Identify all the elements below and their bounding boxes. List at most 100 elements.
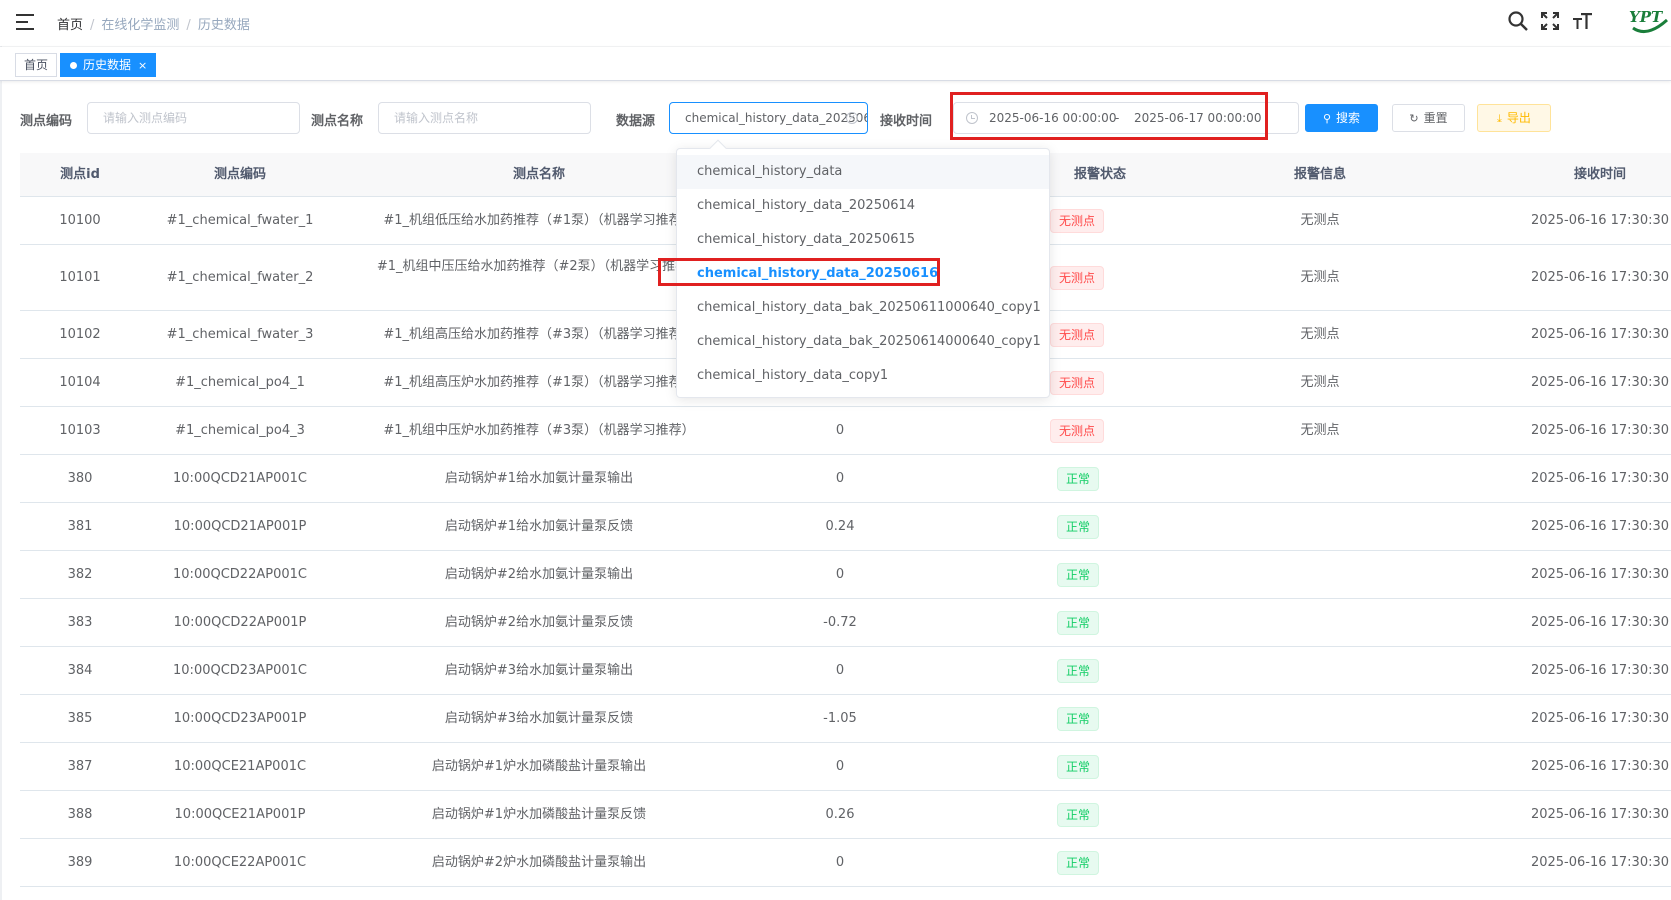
search-button[interactable]: ⚲ 搜索 xyxy=(1305,104,1378,132)
cell-time: 2025-06-16 17:30:30 xyxy=(1530,423,1670,438)
breadcrumb-current: 历史数据 xyxy=(197,18,250,33)
refresh-icon: ↻ xyxy=(1409,112,1419,125)
cell-time: 2025-06-16 17:30:30 xyxy=(1530,711,1670,726)
status-badge: 无测点 xyxy=(1050,323,1105,347)
status-badge: 正常 xyxy=(1057,563,1100,587)
status-badge: 无测点 xyxy=(1050,209,1105,233)
cell-code: #1_chemical_po4_1 xyxy=(175,375,305,390)
cell-name: #1_机组中压炉水加药推荐（#3泵）（机器学习推荐） xyxy=(383,423,695,438)
cell-code: #1_chemical_fwater_1 xyxy=(166,213,314,228)
cell-time: 2025-06-16 17:30:30 xyxy=(1530,519,1670,534)
cell-name: 启动锅炉#2给水加氨计量泵反馈 xyxy=(444,615,634,630)
cell-id: 10104 xyxy=(59,375,101,390)
cell-time: 2025-06-16 17:30:30 xyxy=(1530,270,1670,285)
cell-id: 387 xyxy=(67,759,93,774)
cell-time: 2025-06-16 17:30:30 xyxy=(1530,471,1670,486)
cell-code: 10:00QCD21AP001C xyxy=(173,471,307,486)
source-select[interactable]: chemical_history_data_20250616 × xyxy=(669,102,868,134)
table-row[interactable]: 387 10:00QCE21AP001C 启动锅炉#1炉水加磷酸盐计量泵输出 0 正常 2… xyxy=(20,743,1671,791)
cell-value: 0 xyxy=(835,663,845,678)
tags-view: 首页 历史数据 × xyxy=(0,47,1671,81)
table-row[interactable]: 384 10:00QCD23AP001C 启动锅炉#3给水加氨计量泵输出 0 正常 202… xyxy=(20,647,1671,695)
cell-value: 0 xyxy=(835,471,845,486)
source-label: 数据源 xyxy=(616,114,656,129)
highlight-box-date xyxy=(950,92,1268,140)
cell-time: 2025-06-16 17:30:30 xyxy=(1530,615,1670,630)
dropdown-arrow xyxy=(709,139,727,157)
cell-name: 启动锅炉#1给水加氨计量泵输出 xyxy=(444,471,634,486)
status-badge: 正常 xyxy=(1057,515,1100,539)
cell-time: 2025-06-16 17:30:30 xyxy=(1530,375,1670,390)
cell-info: 无测点 xyxy=(1300,423,1340,438)
table-row[interactable]: 383 10:00QCD22AP001P 启动锅炉#2给水加氨计量泵反馈 -0.72 正… xyxy=(20,599,1671,647)
cell-code: 10:00QCE22AP001C xyxy=(173,855,307,870)
tag-home[interactable]: 首页 xyxy=(15,53,58,77)
status-badge: 正常 xyxy=(1057,851,1100,875)
reset-button[interactable]: ↻ 重置 xyxy=(1392,104,1465,132)
status-badge: 正常 xyxy=(1057,803,1100,827)
status-badge: 正常 xyxy=(1057,467,1100,491)
cell-info: 无测点 xyxy=(1300,327,1340,342)
company-logo: YPT xyxy=(1629,8,1669,36)
cell-value: 0 xyxy=(835,423,845,438)
cell-code: 10:00QCE21AP001C xyxy=(173,759,307,774)
breadcrumb-separator: / xyxy=(186,18,191,33)
cell-code: #1_chemical_fwater_3 xyxy=(166,327,314,342)
cell-name: 启动锅炉#1给水加氨计量泵反馈 xyxy=(444,519,634,534)
table-row[interactable]: 380 10:00QCD21AP001C 启动锅炉#1给水加氨计量泵输出 0 正常 202… xyxy=(20,455,1671,503)
cell-time: 2025-06-16 17:30:30 xyxy=(1530,567,1670,582)
name-label: 测点名称 xyxy=(311,114,364,129)
tag-history-data[interactable]: 历史数据 × xyxy=(60,53,157,77)
name-input[interactable]: 请输入测点名称 xyxy=(378,102,591,134)
hamburger-menu-icon[interactable] xyxy=(16,14,34,30)
navbar: 首页 / 在线化学监测 / 历史数据 YPT xyxy=(0,0,1671,46)
table-row[interactable]: 385 10:00QCD23AP001P 启动锅炉#3给水加氨计量泵反馈 -1.05 正… xyxy=(20,695,1671,743)
dropdown-option[interactable]: chemical_history_data_bak_20250611000640… xyxy=(677,291,1049,325)
breadcrumb: 首页 / 在线化学监测 / 历史数据 xyxy=(57,14,250,33)
reset-button-label: 重置 xyxy=(1423,111,1448,125)
cell-code: 10:00QCD21AP001P xyxy=(173,519,307,534)
table-row[interactable]: 389 10:00QCE22AP001C 启动锅炉#2炉水加磷酸盐计量泵输出 0 正常 2… xyxy=(20,839,1671,887)
cell-value: -0.72 xyxy=(823,615,857,630)
cell-value: 0 xyxy=(835,567,845,582)
highlight-box-option xyxy=(658,258,940,286)
font-size-icon[interactable] xyxy=(1571,10,1595,36)
export-button-label: 导出 xyxy=(1506,111,1531,125)
cell-name: 启动锅炉#2炉水加磷酸盐计量泵输出 xyxy=(431,855,647,870)
tag-close-icon[interactable]: × xyxy=(138,59,147,72)
status-badge: 无测点 xyxy=(1050,266,1105,290)
dropdown-option[interactable]: chemical_history_data_bak_20250614000640… xyxy=(677,325,1049,359)
code-input[interactable]: 请输入测点编码 xyxy=(87,102,300,134)
dropdown-option[interactable]: chemical_history_data_20250615 xyxy=(677,223,1049,257)
cell-name: 启动锅炉#1炉水加磷酸盐计量泵输出 xyxy=(431,759,647,774)
table-row[interactable]: 381 10:00QCD21AP001P 启动锅炉#1给水加氨计量泵反馈 0.24 正常… xyxy=(20,503,1671,551)
cell-code: 10:00QCD22AP001P xyxy=(173,615,307,630)
breadcrumb-separator: / xyxy=(90,18,95,33)
cell-name: 启动锅炉#2给水加氨计量泵输出 xyxy=(444,567,634,582)
dropdown-option[interactable]: chemical_history_data xyxy=(677,155,1049,189)
status-badge: 正常 xyxy=(1057,755,1100,779)
breadcrumb-home[interactable]: 首页 xyxy=(57,18,83,33)
export-button[interactable]: ⤓ 导出 xyxy=(1477,104,1551,132)
breadcrumb-level1[interactable]: 在线化学监测 xyxy=(101,18,179,33)
dropdown-option[interactable]: chemical_history_data_20250614 xyxy=(677,189,1049,223)
cell-id: 385 xyxy=(67,711,93,726)
search-icon[interactable] xyxy=(1507,10,1531,36)
header-code: 测点编码 xyxy=(213,167,266,182)
download-icon: ⤓ xyxy=(1497,112,1502,125)
tag-home-label: 首页 xyxy=(24,58,49,72)
cell-code: 10:00QCD22AP001C xyxy=(173,567,307,582)
clear-icon[interactable]: × xyxy=(846,112,858,124)
cell-value: 0 xyxy=(835,759,845,774)
cell-time: 2025-06-16 17:30:30 xyxy=(1530,807,1670,822)
table-row[interactable]: 382 10:00QCD22AP001C 启动锅炉#2给水加氨计量泵输出 0 正常 202… xyxy=(20,551,1671,599)
status-badge: 正常 xyxy=(1057,611,1100,635)
table-row[interactable]: 10103 #1_chemical_po4_3 #1_机组中压炉水加药推荐（#3泵）… xyxy=(20,407,1671,455)
cell-time: 2025-06-16 17:30:30 xyxy=(1530,327,1670,342)
header-status: 报警状态 xyxy=(1073,167,1126,182)
table-row[interactable]: 388 10:00QCE21AP001P 启动锅炉#1炉水加磷酸盐计量泵反馈 0.26… xyxy=(20,791,1671,839)
fullscreen-icon[interactable] xyxy=(1539,10,1563,36)
cell-info: 无测点 xyxy=(1300,213,1340,228)
cell-time: 2025-06-16 17:30:30 xyxy=(1530,855,1670,870)
dropdown-option[interactable]: chemical_history_data_copy1 xyxy=(677,359,1049,393)
